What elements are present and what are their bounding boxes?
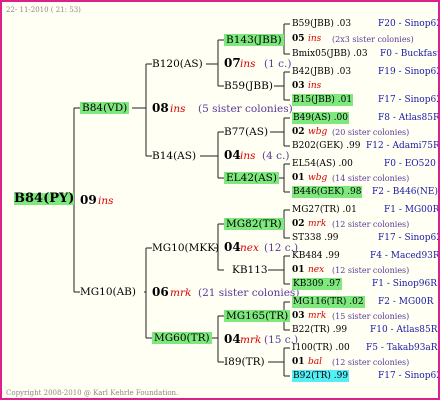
gen4-b77[interactable]: B77(AS) <box>224 126 268 138</box>
gen3-mg10mkk-breed: nex <box>240 242 259 254</box>
gen5-right: F1 - Sinop96R <box>372 279 437 289</box>
gen5-right: F2 - MG00R <box>378 297 434 307</box>
gen5-sisters: (20 sister colonies) <box>332 128 410 137</box>
gen5-right: F8 - Atlas85R <box>378 113 440 123</box>
gen5-right: F20 - Sinop62R <box>378 19 438 29</box>
gen5-left[interactable]: I100(TR) .00 <box>292 342 350 354</box>
gen3-b14-generation: 04 <box>224 148 241 162</box>
gen5-left[interactable]: KB484 .99 <box>292 250 340 262</box>
gen5-left[interactable]: MG27(TR) .01 <box>292 204 357 216</box>
gen5-right: F12 - Adami75R <box>366 141 440 151</box>
gen5-generation: 01 <box>292 265 305 275</box>
gen5-sisters: (2x3 sister colonies) <box>332 35 414 44</box>
dam-generation: 06 <box>152 285 169 299</box>
gen3-b14[interactable]: B14(AS) <box>152 150 196 162</box>
gen5-right: F4 - Maced93R <box>370 251 440 261</box>
gen3-b14-breed: ins <box>240 150 256 162</box>
gen5-generation: 03 <box>292 311 305 321</box>
gen5-breed: bal <box>308 357 323 367</box>
gen4-b143-breed: ins <box>240 58 256 70</box>
gen5-right: F17 - Sinop62R <box>378 233 438 243</box>
gen4-b59[interactable]: B59(JBB) <box>224 80 273 92</box>
gen5-left[interactable]: B446(GEK) .98 <box>292 186 363 198</box>
gen5-right: F0 - Buckfast <box>380 49 440 59</box>
gen5-sisters: (12 sister colonies) <box>332 358 410 367</box>
gen5-left[interactable]: ST338 .99 <box>292 232 339 244</box>
gen5-breed: ins <box>308 81 322 91</box>
gen5-left[interactable]: B49(AS) .00 <box>292 112 349 124</box>
gen5-right: F0 - EO520 <box>384 159 436 169</box>
gen3-mg60-generation: 04 <box>224 332 241 346</box>
gen5-breed: mrk <box>308 311 327 321</box>
gen5-breed: wbg <box>308 173 328 183</box>
gen5-breed: mrk <box>308 219 327 229</box>
copyright: Copyright 2008-2010 @ Karl Kehrle Founda… <box>6 389 179 397</box>
gen4-mg82[interactable]: MG82(TR) <box>224 218 284 230</box>
gen4-el42[interactable]: EL42(AS) <box>224 172 279 184</box>
gen3-mg10mkk[interactable]: MG10(MKK) <box>152 242 219 254</box>
gen5-breed: nex <box>308 265 325 275</box>
gen4-b143-note: (1 c.) <box>264 58 292 70</box>
root-breed: ins <box>98 195 114 207</box>
gen5-left[interactable]: KB309 .97 <box>292 278 342 290</box>
gen5-right: F17 - Sinop62R <box>378 95 438 105</box>
sire-queen[interactable]: B84(VD) <box>80 102 130 114</box>
gen3-b14-note: (4 c.) <box>262 150 290 162</box>
gen5-generation: 05 <box>292 34 305 44</box>
dam-sisters: (21 sister colonies) <box>198 287 300 299</box>
gen5-right: F19 - Sinop62R <box>378 67 438 77</box>
sire-breed: ins <box>170 103 186 115</box>
gen5-right: F5 - Takab93aR <box>366 343 438 353</box>
gen3-b120[interactable]: B120(AS) <box>152 58 203 70</box>
gen5-left[interactable]: B202(GEK) .99 <box>292 140 360 152</box>
gen3-mg10mkk-generation: 04 <box>224 240 241 254</box>
gen5-left[interactable]: Bmix05(JBB) .03 <box>292 48 368 60</box>
dam-queen[interactable]: MG10(AB) <box>80 286 136 298</box>
gen3-mg60[interactable]: MG60(TR) <box>152 332 212 344</box>
gen5-breed: wbg <box>308 127 328 137</box>
gen5-sisters: (15 sister colonies) <box>332 312 410 321</box>
gen5-generation: 01 <box>292 357 305 367</box>
gen5-left[interactable]: B15(JBB) .01 <box>292 94 354 106</box>
gen5-right: F1 - MG00R <box>384 205 440 215</box>
gen5-generation: 02 <box>292 127 305 137</box>
gen3-mg60-breed: mrk <box>240 334 262 346</box>
root-queen[interactable]: B84(PY) <box>14 192 75 205</box>
gen5-generation: 01 <box>292 173 305 183</box>
dam-breed: mrk <box>170 287 192 299</box>
gen5-sisters: (12 sister colonies) <box>332 220 410 229</box>
root-generation: 09 <box>80 193 97 207</box>
sire-generation: 08 <box>152 101 169 115</box>
gen4-kb113[interactable]: KB113 <box>232 264 268 276</box>
gen5-sisters: (14 sister colonies) <box>332 174 410 183</box>
gen5-right: F10 - Atlas85R <box>370 325 438 335</box>
gen4-mg165[interactable]: MG165(TR) <box>224 310 291 322</box>
gen5-left[interactable]: B22(TR) .99 <box>292 324 347 336</box>
gen5-left[interactable]: B42(JBB) .03 <box>292 66 351 78</box>
gen5-left[interactable]: B92(TR) .99 <box>292 370 350 382</box>
gen5-generation: 03 <box>292 81 305 91</box>
gen5-left[interactable]: EL54(AS) .00 <box>292 158 353 170</box>
gen4-i89[interactable]: I89(TR) <box>224 356 265 368</box>
gen4-b143-generation: 07 <box>224 56 241 70</box>
gen5-right: F17 - Sinop62R <box>378 371 438 381</box>
gen5-left[interactable]: MG116(TR) .02 <box>292 296 365 308</box>
gen5-breed: ins <box>308 34 322 44</box>
pedigree-chart: 22- 11-2010 ( 21: 53) B84(PY) 09 ins B84… <box>0 0 440 400</box>
gen5-right: F2 - B446(NE) <box>372 187 438 197</box>
gen5-left[interactable]: B59(JBB) .03 <box>292 18 351 30</box>
sire-sisters: (5 sister colonies) <box>198 103 293 115</box>
gen5-generation: 02 <box>292 219 305 229</box>
gen5-sisters: (12 sister colonies) <box>332 266 410 275</box>
gen4-b143[interactable]: B143(JBB) <box>224 34 284 46</box>
